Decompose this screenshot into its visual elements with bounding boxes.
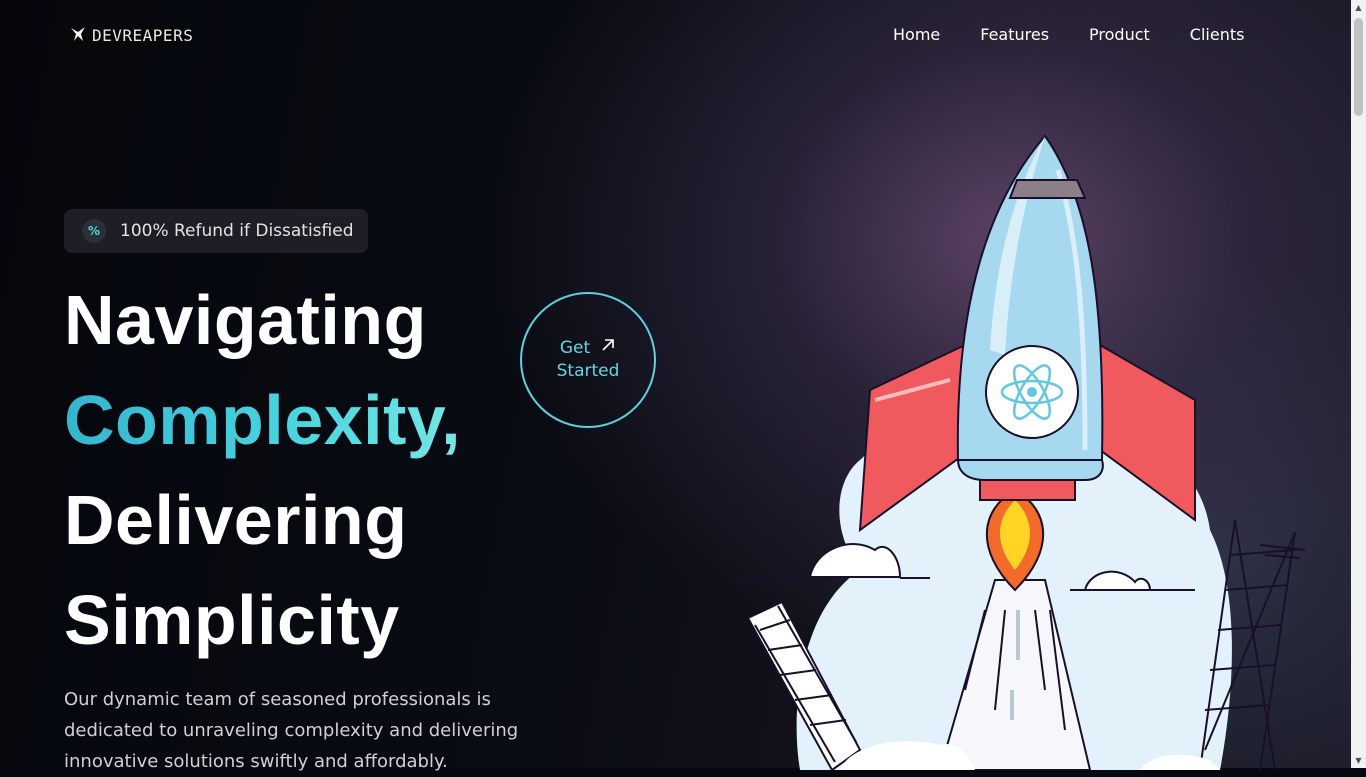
scrollbar-thumb[interactable] [1354, 18, 1363, 116]
scroll-down-arrow-icon[interactable]: ▼ [1351, 753, 1366, 768]
main-nav: Home Features Product Clients [893, 25, 1244, 44]
reaper-icon [68, 24, 88, 48]
get-started-button[interactable]: Get Started [520, 292, 656, 428]
headline-line-3: Delivering [64, 481, 408, 559]
headline-line-2: Complexity, [64, 370, 461, 470]
headline-line-4: Simplicity [64, 581, 400, 659]
percent-icon: % [82, 219, 106, 243]
scroll-up-arrow-icon[interactable]: ▲ [1351, 0, 1366, 15]
rocket-illustration [740, 134, 1306, 770]
nav-product[interactable]: Product [1089, 25, 1150, 44]
brand-logo[interactable]: DEVREAPERS [64, 22, 193, 49]
refund-badge: % 100% Refund if Dissatisfied [64, 209, 368, 253]
rocket-band [1008, 179, 1087, 199]
brand-name: DEVREAPERS [92, 26, 194, 45]
nav-home[interactable]: Home [893, 25, 940, 44]
headline-line-1: Navigating [64, 281, 427, 359]
cta-line-1: Get [559, 338, 591, 358]
nav-features[interactable]: Features [980, 25, 1049, 44]
arrow-up-right-icon [600, 337, 616, 360]
cta-line-2: Started [556, 361, 620, 381]
nav-clients[interactable]: Clients [1190, 25, 1245, 44]
refund-badge-text: 100% Refund if Dissatisfied [120, 221, 354, 241]
hero-description: Our dynamic team of seasoned professiona… [64, 689, 519, 772]
cloud-left [808, 543, 902, 578]
page-scrollbar[interactable]: ▲ ▼ [1351, 0, 1366, 768]
hero-headline: Navigating Complexity, Delivering Simpli… [64, 270, 461, 670]
